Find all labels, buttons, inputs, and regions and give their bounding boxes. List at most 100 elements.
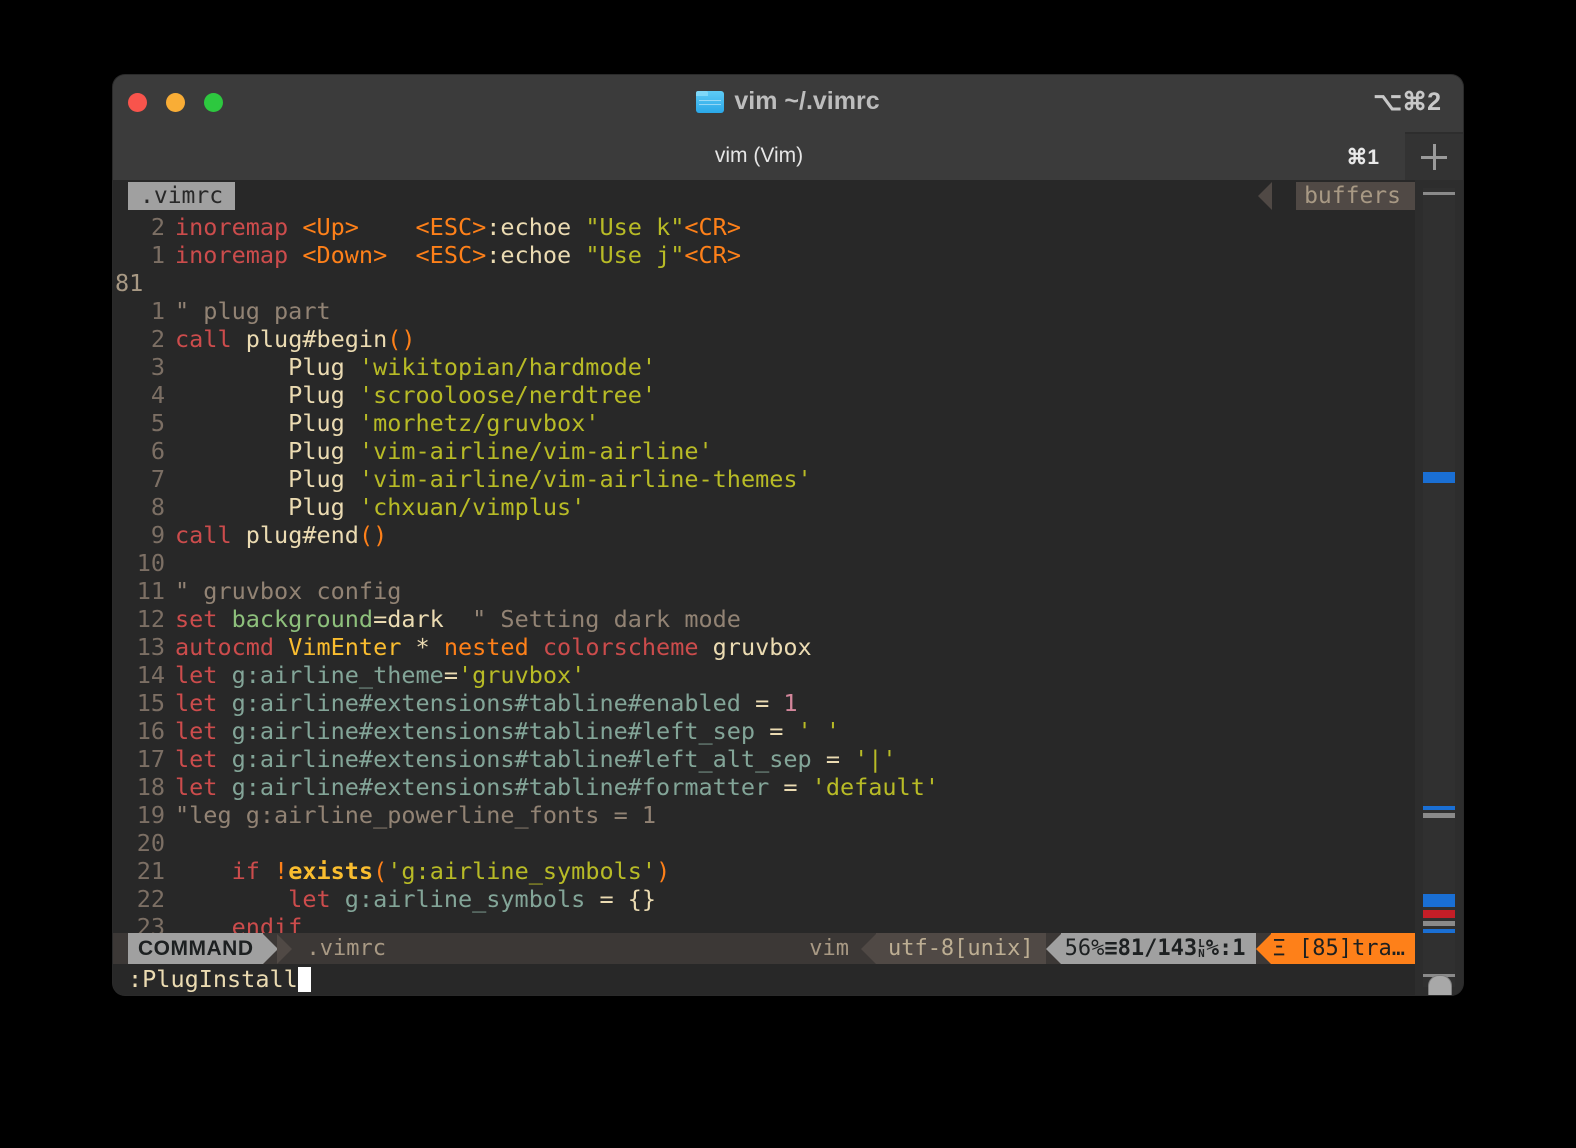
- code-token: 1: [783, 689, 798, 717]
- code-token: "Use j": [585, 241, 685, 269]
- code-token: =: [769, 717, 798, 745]
- code-token: 'wikitopian/hardmode': [358, 353, 657, 381]
- trailing-glyph-icon: Ξ: [1272, 936, 1286, 961]
- code-token: set: [175, 605, 232, 633]
- code-buffer[interactable]: 2 inoremap <Up> <ESC>:echoe "Use k"<CR> 1 i…: [113, 210, 1415, 941]
- code-line: 1 inoremap <Down> <ESC>:echoe "Use j"<CR>: [113, 241, 1415, 269]
- line-number: 20: [136, 829, 165, 857]
- window-titlebar: vim ~/.vimrc ⌥⌘2: [113, 75, 1463, 132]
- code-line: 16 let g:airline#extensions#tabline#left_…: [113, 717, 1415, 745]
- code-token: :echoe: [486, 241, 586, 269]
- code-line: 6 Plug 'vim-airline/vim-airline': [113, 437, 1415, 465]
- line-number: 6: [150, 437, 165, 465]
- code-token: ): [656, 857, 671, 885]
- code-token: <ESC>: [415, 241, 487, 269]
- code-token: !: [274, 857, 289, 885]
- code-token: =: [599, 885, 628, 913]
- line-number: 2: [150, 213, 165, 241]
- mode-arrow-outline-icon: [277, 933, 293, 964]
- code-token: 'scrooloose/nerdtree': [358, 381, 657, 409]
- code-token: g:airline#extensions#tabline#enabled: [231, 689, 756, 717]
- line-number: 16: [136, 717, 165, 745]
- scrollbar-mark: [1423, 813, 1455, 818]
- code-token: autocmd: [175, 633, 289, 661]
- code-token: (: [373, 857, 388, 885]
- line-number: 14: [136, 661, 165, 689]
- terminal-scrollbar[interactable]: [1415, 180, 1463, 995]
- code-token: <Down>: [302, 241, 388, 269]
- code-token: g:airline#extensions#tabline#left_alt_se…: [231, 745, 826, 773]
- line-number: 81: [115, 269, 144, 297]
- line-number: 18: [136, 773, 165, 801]
- line-number: 2: [150, 325, 165, 353]
- code-token: inoremap: [175, 241, 303, 269]
- tabline-buffer-vimrc[interactable]: .vimrc: [128, 182, 236, 210]
- vim-statusline: COMMAND .vimrc vim utf-8[unix] 56%≡81/14…: [113, 933, 1415, 964]
- code-token: g:airline_symbols: [344, 885, 600, 913]
- code-token: '|': [854, 745, 897, 773]
- code-token: g:airline_theme: [231, 661, 444, 689]
- code-line: 5 Plug 'morhetz/gruvbox': [113, 409, 1415, 437]
- scrollbar-mark: [1423, 894, 1455, 907]
- code-token: Plug: [175, 353, 359, 381]
- tab-vim[interactable]: vim (Vim) ⌘1: [113, 132, 1405, 180]
- trailing-text: [85]tra…: [1299, 936, 1405, 961]
- status-position: 56%≡81/143L N%:1: [1060, 933, 1256, 964]
- code-token: if: [175, 857, 275, 885]
- position-arrow-icon: [1045, 933, 1061, 964]
- code-token: Plug: [175, 437, 359, 465]
- code-line: 10: [113, 549, 1415, 577]
- code-line: 21 if !exists('g:airline_symbols'): [113, 857, 1415, 885]
- code-line: 22 let g:airline_symbols = {}: [113, 885, 1415, 913]
- scrollbar-thumb[interactable]: [1428, 975, 1452, 995]
- code-token: <CR>: [684, 241, 741, 269]
- code-line: 13 autocmd VimEnter * nested colorscheme …: [113, 633, 1415, 661]
- code-token: let: [175, 745, 232, 773]
- code-token: let: [175, 689, 232, 717]
- new-tab-button[interactable]: [1405, 134, 1463, 180]
- code-token: " plug part: [175, 297, 331, 325]
- scrollbar-mark: [1423, 806, 1455, 810]
- code-token: let: [175, 717, 232, 745]
- code-line: 12 set background=dark " Setting dark mod…: [113, 605, 1415, 633]
- code-token: Plug: [175, 409, 359, 437]
- code-token: dark: [387, 605, 444, 633]
- code-line: 18 let g:airline#extensions#tabline#forma…: [113, 773, 1415, 801]
- vim-cmdline[interactable]: :PlugInstall: [113, 964, 1415, 995]
- status-percent: 56%: [1064, 936, 1105, 961]
- scrollbar-track[interactable]: [1423, 188, 1455, 987]
- cmdline-text: :PlugInstall: [128, 965, 298, 993]
- status-filetype: vim: [809, 936, 849, 961]
- trailing-arrow-icon: [1255, 933, 1271, 964]
- code-token: (): [387, 325, 416, 353]
- code-token: 'vim-airline/vim-airline': [358, 437, 713, 465]
- code-token: let: [175, 661, 232, 689]
- status-mode: COMMAND: [128, 933, 264, 964]
- vim-editor[interactable]: .vimrc buffers 2 inoremap <Up> <ESC>:echo…: [113, 180, 1415, 995]
- line-number: 9: [150, 521, 165, 549]
- code-token: colorscheme: [542, 633, 713, 661]
- code-line: 14 let g:airline_theme='gruvbox': [113, 661, 1415, 689]
- line-number: 22: [136, 885, 165, 913]
- line-number: 4: [150, 381, 165, 409]
- code-token: ' ': [797, 717, 840, 745]
- window-title-text: vim ~/.vimrc: [734, 87, 880, 115]
- code-token: "leg g:airline_powerline_fonts = 1: [175, 801, 657, 829]
- code-token: call: [175, 325, 246, 353]
- code-token: " gruvbox config: [175, 577, 402, 605]
- scrollbar-mark: [1423, 910, 1455, 918]
- code-token: let: [175, 885, 345, 913]
- terminal-body: .vimrc buffers 2 inoremap <Up> <ESC>:echo…: [113, 180, 1463, 995]
- status-encoding: utf-8[unix]: [875, 933, 1046, 964]
- code-token: inoremap: [175, 213, 303, 241]
- code-token: 'vim-airline/vim-airline-themes': [358, 465, 812, 493]
- code-token: (): [358, 521, 388, 549]
- code-token: g:airline#extensions#tabline#formatter: [231, 773, 784, 801]
- code-token: Plug: [175, 493, 359, 521]
- status-ln-marker: LN: [1198, 937, 1205, 960]
- scrollbar-mark: [1423, 921, 1455, 926]
- vim-tabline: .vimrc buffers: [113, 180, 1415, 210]
- code-line: 11 " gruvbox config: [113, 577, 1415, 605]
